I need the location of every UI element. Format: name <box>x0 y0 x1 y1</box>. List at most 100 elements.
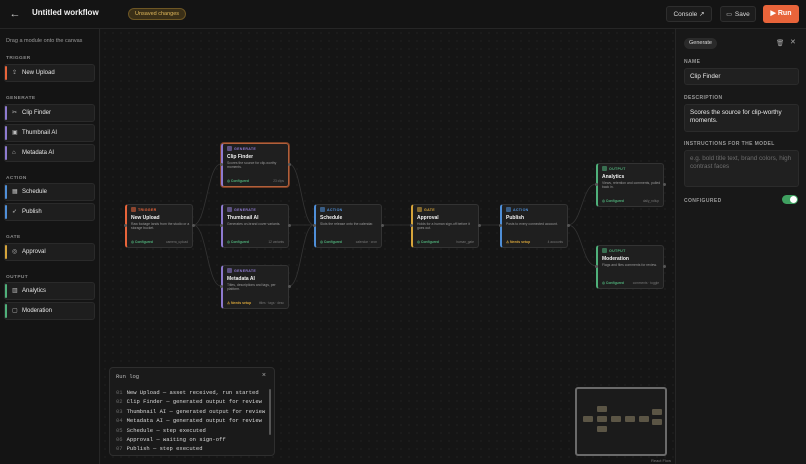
edge-pub-anal[interactable] <box>567 183 597 226</box>
description-textarea[interactable]: Scores the source for clip-worthy moment… <box>684 104 799 132</box>
node-type-label: OUTPUT <box>609 249 626 253</box>
save-button[interactable]: ▭ Save <box>720 6 756 22</box>
node-title: Publish <box>506 215 525 221</box>
minimap-node <box>597 426 607 432</box>
node-status: ◎ Configured <box>602 199 624 203</box>
console-button[interactable]: Console ↗ <box>666 6 712 22</box>
module-approval[interactable]: ◎ Approval <box>4 243 95 261</box>
close-icon[interactable]: ✕ <box>790 38 796 46</box>
input-port[interactable] <box>595 265 598 268</box>
save-label: Save <box>734 11 750 18</box>
name-input[interactable]: Clip Finder <box>684 68 799 85</box>
node-status: ◎ Configured <box>227 240 249 244</box>
line-number: 03 <box>116 407 123 415</box>
module-schedule[interactable]: ▦ Schedule <box>4 183 95 201</box>
node-approval[interactable]: GATE Approval Holds for a human sign-off b… <box>410 204 481 248</box>
line-text: Thumbnail AI — generated output for revi… <box>126 407 266 415</box>
module-accent-stripe <box>5 126 7 140</box>
input-port[interactable] <box>410 224 413 227</box>
module-label: Approval <box>22 249 46 255</box>
line-number: 06 <box>116 435 123 443</box>
back-arrow-icon[interactable]: ← <box>9 8 21 20</box>
node-schedule[interactable]: ACTION Schedule Slots the release onto the… <box>313 204 384 248</box>
module-clip-finder[interactable]: ✂ Clip Finder <box>4 104 95 122</box>
edge-meta-sched[interactable] <box>288 224 315 287</box>
run-log-line: 02 Clip Finder — generated output for rev… <box>116 398 266 407</box>
line-text: Clip Finder — generated output for revie… <box>126 398 262 406</box>
line-number: 07 <box>116 445 123 453</box>
module-moderation[interactable]: ▢ Moderation <box>4 302 95 320</box>
module-new-upload[interactable]: ⇪ New Upload <box>4 64 95 82</box>
node-thumbnail-ai[interactable]: GENERATE Thumbnail AI Generates on-brand c… <box>220 204 291 248</box>
workflow-title[interactable]: Untitled workflow <box>32 8 99 17</box>
module-label: Schedule <box>22 189 48 195</box>
input-port[interactable] <box>124 224 127 227</box>
edge-clip-sched[interactable] <box>288 163 315 226</box>
output-port[interactable] <box>663 183 666 186</box>
output-port[interactable] <box>567 224 570 227</box>
node-moderation[interactable]: OUTPUT Moderation Flags and files comments… <box>595 245 666 289</box>
instructions-textarea[interactable]: e.g. bold title text, brand colors, high… <box>684 150 799 187</box>
minimap-node <box>652 419 662 425</box>
edge-upload-clip[interactable] <box>192 163 222 226</box>
output-port[interactable] <box>288 163 291 166</box>
input-port[interactable] <box>220 163 223 166</box>
node-publish[interactable]: ACTION Publish Posts to every connected ac… <box>499 204 570 248</box>
line-text: Metadata AI — generated output for revie… <box>126 417 262 425</box>
workflow-editor: ← Untitled workflow Unsaved changes Cons… <box>0 0 806 464</box>
node-type-label: ACTION <box>327 208 343 212</box>
output-port[interactable] <box>288 224 291 227</box>
configured-label: CONFIGURED <box>684 198 722 204</box>
node-status: ⚠ Needs setup <box>227 301 252 305</box>
run-button[interactable]: ▶ Run <box>763 5 799 23</box>
send-icon: ➶ <box>12 209 18 215</box>
configured-toggle[interactable] <box>782 195 798 204</box>
output-port[interactable] <box>381 224 384 227</box>
output-port[interactable] <box>288 285 291 288</box>
node-metadata-ai[interactable]: GENERATE Metadata AI Titles, descriptions … <box>220 265 291 309</box>
node-clip-finder[interactable]: GENERATE Clip Finder Scores the source for… <box>220 143 291 187</box>
node-new-upload[interactable]: TRIGGER New Upload Raw footage lands from … <box>124 204 195 248</box>
node-type-label: OUTPUT <box>609 167 626 171</box>
input-port[interactable] <box>499 224 502 227</box>
edge-pub-mod[interactable] <box>567 224 597 267</box>
node-meta: 4 accounts <box>547 240 563 244</box>
module-thumbnail-ai[interactable]: ▣ Thumbnail AI <box>4 124 95 142</box>
top-bar: ← Untitled workflow Unsaved changes Cons… <box>0 0 806 29</box>
module-accent-stripe <box>5 205 7 219</box>
edge-upload-meta[interactable] <box>192 224 222 287</box>
input-port[interactable] <box>313 224 316 227</box>
node-meta: camera_upload <box>166 240 188 244</box>
output-port[interactable] <box>663 265 666 268</box>
module-publish[interactable]: ➶ Publish <box>4 203 95 221</box>
line-text: New Upload — asset received, run started <box>126 389 259 396</box>
input-port[interactable] <box>595 183 598 186</box>
line-number: 05 <box>116 426 123 434</box>
toggle-knob <box>790 196 797 203</box>
trash-icon[interactable]: 🗑 <box>776 39 784 47</box>
minimap[interactable] <box>575 387 667 456</box>
scissors-icon: ✂ <box>12 110 18 116</box>
output-port[interactable] <box>192 224 195 227</box>
react-flow-attribution[interactable]: React Flow <box>651 458 671 463</box>
input-port[interactable] <box>220 224 223 227</box>
name-label: NAME <box>684 59 701 65</box>
node-analytics[interactable]: OUTPUT Analytics Views, retention and comm… <box>595 163 666 207</box>
close-icon[interactable]: × <box>262 372 266 379</box>
minimap-node <box>639 416 649 422</box>
output-port[interactable] <box>478 224 481 227</box>
minimap-node <box>583 416 593 422</box>
node-type-badge: Generate <box>684 38 717 49</box>
module-label: New Upload <box>22 70 55 76</box>
module-analytics[interactable]: ▥ Analytics <box>4 282 95 300</box>
image-icon: ▣ <box>12 130 18 136</box>
node-meta: calendar · cron <box>355 240 377 244</box>
module-label: Moderation <box>22 308 53 314</box>
module-metadata-ai[interactable]: ⌂ Metadata AI <box>4 144 95 162</box>
run-log-line: 03 Thumbnail AI — generated output for re… <box>116 408 266 417</box>
node-description: Titles, descriptions and tags, per platf… <box>227 283 276 292</box>
section-heading-generate: GENERATE <box>6 96 36 101</box>
input-port[interactable] <box>220 285 223 288</box>
run-log-scrollbar[interactable] <box>269 389 271 435</box>
node-status: ◎ Configured <box>227 179 249 183</box>
